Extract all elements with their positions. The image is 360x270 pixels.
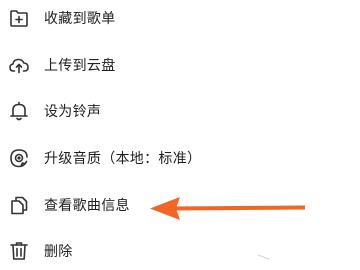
song-options-sheet: 收藏到歌单 上传到云盘 设为铃声 升级音质（本地：标准） 查看歌曲信息 删除	[0, 0, 360, 270]
menu-item-label: 收藏到歌单	[44, 11, 116, 27]
menu-item-delete[interactable]: 删除	[0, 229, 360, 270]
cloud-upload-icon	[7, 53, 31, 77]
menu-item-label: 设为铃声	[44, 104, 102, 120]
menu-item-label: 删除	[44, 244, 73, 260]
audio-quality-icon	[7, 146, 31, 170]
add-to-playlist-icon	[7, 6, 31, 30]
menu-item-song-info[interactable]: 查看歌曲信息	[0, 183, 360, 227]
menu-item-add-to-playlist[interactable]: 收藏到歌单	[0, 0, 360, 40]
menu-item-label: 查看歌曲信息	[44, 198, 130, 214]
menu-item-upgrade-quality[interactable]: 升级音质（本地：标准）	[0, 136, 360, 180]
menu-item-label: 上传到云盘	[44, 58, 116, 74]
song-info-icon	[7, 193, 31, 217]
trash-icon	[7, 239, 31, 263]
menu-item-label: 升级音质（本地：标准）	[44, 151, 202, 167]
bell-icon	[7, 99, 31, 123]
menu-item-set-ringtone[interactable]: 设为铃声	[0, 89, 360, 133]
menu-item-upload-cloud[interactable]: 上传到云盘	[0, 43, 360, 87]
